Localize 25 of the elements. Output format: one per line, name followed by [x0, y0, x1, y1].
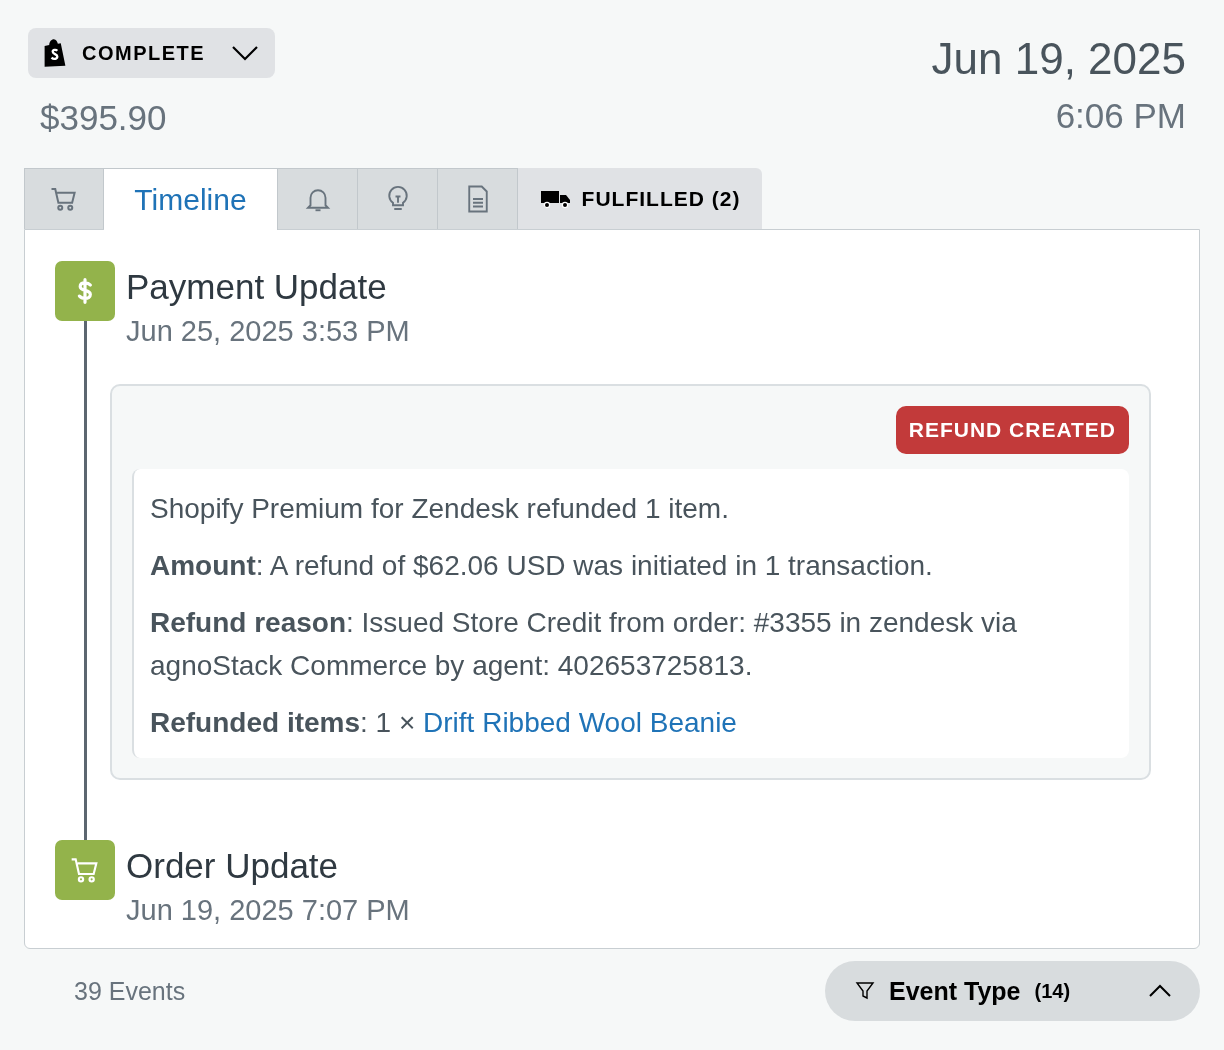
detail-text: Refunded items: 1 × Drift Ribbed Wool Beanie [150, 706, 738, 740]
tab[interactable]: Timeline [104, 168, 278, 230]
order-date: Jun 19, 2025 [931, 34, 1186, 84]
detail-text: Amount: A refund of $62.06 USD was initiated in 1 transaction. [150, 549, 934, 583]
event-time: Jun 19, 2025 7:07 PM [126, 894, 411, 927]
event-count: 39 Events [74, 976, 186, 1006]
order-total: $395.90 [40, 98, 168, 138]
event-title: Order Update [126, 846, 340, 886]
chevron-down-icon [231, 45, 260, 61]
event-time: Jun 25, 2025 3:53 PM [126, 315, 411, 348]
refund-tag: REFUND CREATED [895, 406, 1129, 454]
detail-text: Refund reason: Issued Store Credit from order: #3355 in zendesk via agnoStack Commerce by agent: 402653725813. [150, 606, 1018, 683]
tab[interactable] [438, 168, 518, 229]
filter-icon [855, 981, 875, 1001]
event-type-filter[interactable]: Event Type (14) [825, 961, 1200, 1021]
item-link[interactable]: Drift Ribbed Wool Beanie [423, 707, 737, 738]
truck-icon [539, 188, 572, 209]
fulfillment-tab[interactable]: FULFILLED (2) [518, 168, 762, 229]
detail-text: Shopify Premium for Zendesk refunded 1 item. [150, 492, 730, 526]
order-time: 6:06 PM [1054, 96, 1186, 136]
event-title: Payment Update [126, 267, 388, 307]
tab[interactable] [278, 168, 358, 229]
tab[interactable] [24, 168, 104, 229]
tab[interactable] [358, 168, 438, 229]
status-dropdown[interactable]: COMPLETE [28, 28, 276, 78]
